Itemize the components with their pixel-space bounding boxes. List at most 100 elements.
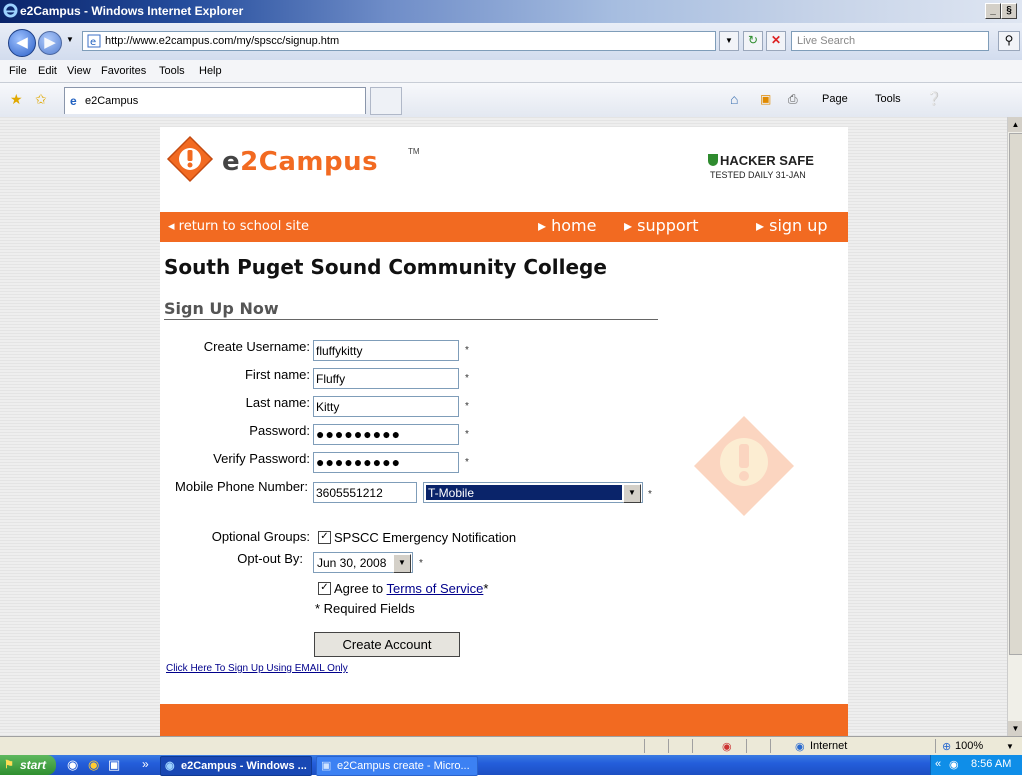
zone-label: Internet (810, 740, 848, 752)
page-menu-button[interactable]: Page (822, 93, 848, 105)
required-marker: * (465, 345, 469, 356)
menu-view[interactable]: View (67, 65, 91, 77)
badge-title: HACKER SAFE (720, 153, 814, 168)
desktop-quicklaunch-icon[interactable]: ▣ (108, 757, 120, 773)
e2campus-logo-text: e2Campus (222, 147, 379, 177)
home-icon[interactable]: ⌂ (730, 91, 738, 107)
zoom-icon: ⊕ (942, 741, 952, 753)
forward-button[interactable]: ▶ (38, 31, 62, 55)
word-icon: ▣ (321, 760, 332, 772)
protected-mode-icon[interactable]: ◉ (722, 740, 732, 753)
history-dropdown-icon[interactable]: ▼ (66, 35, 74, 44)
menu-file[interactable]: File (9, 65, 27, 77)
maximize-button[interactable]: § (1001, 3, 1017, 19)
password-input[interactable]: ●●●●●●●●● (313, 424, 459, 445)
scroll-down-icon[interactable]: ▼ (1008, 721, 1022, 736)
zoom-dropdown-icon[interactable]: ▼ (1006, 742, 1014, 751)
lastname-label: Last name: (245, 395, 310, 410)
new-tab-button[interactable] (370, 87, 402, 115)
optout-date-select[interactable]: Jun 30, 2008 ▼ (313, 552, 413, 573)
group-name: SPSCC Emergency Notification (334, 530, 517, 545)
taskbar-button-ie[interactable]: ◉ e2Campus - Windows ... (160, 756, 312, 776)
firstname-input[interactable]: Fluffy (313, 368, 459, 389)
password-label: Password: (249, 423, 310, 438)
group-checkbox[interactable]: ✓ (318, 531, 331, 544)
minimize-button[interactable]: _ (985, 3, 1001, 19)
address-url: http://www.e2campus.com/my/spscc/signup.… (105, 35, 340, 47)
scroll-thumb[interactable] (1009, 133, 1022, 655)
menu-edit[interactable]: Edit (38, 65, 57, 77)
hacker-safe-badge[interactable]: HACKER SAFE TESTED DAILY 31-JAN (706, 153, 826, 183)
required-marker: * (465, 373, 469, 384)
tools-menu-button[interactable]: Tools (875, 93, 901, 105)
scroll-up-icon[interactable]: ▲ (1008, 117, 1022, 132)
required-marker: * (483, 581, 489, 596)
e2campus-logo-icon (166, 135, 214, 183)
tray-expand-button[interactable]: « (935, 758, 941, 770)
menu-tools[interactable]: Tools (159, 65, 185, 77)
email-signup-link[interactable]: Click Here To Sign Up Using EMAIL Only (166, 663, 348, 674)
search-input[interactable]: Live Search (791, 31, 989, 51)
optional-groups-label: Optional Groups: (211, 529, 310, 544)
back-button[interactable]: ◀ (8, 29, 36, 57)
return-to-school-link[interactable]: ◂ return to school site (168, 219, 309, 234)
required-marker: * (465, 429, 469, 440)
firstname-label: First name: (244, 367, 310, 382)
verify-password-input[interactable]: ●●●●●●●●● (313, 452, 459, 473)
ie-logo-icon (3, 3, 18, 18)
zoom-level[interactable]: 100% (955, 740, 983, 752)
add-favorite-icon[interactable]: ✩ (35, 91, 47, 108)
badge-subtitle: TESTED DAILY 31-JAN (710, 170, 806, 180)
carrier-select[interactable]: T-Mobile ▼ (423, 482, 643, 503)
agree-text: Agree to (334, 581, 384, 596)
nav-signup-link[interactable]: ▸ sign up (756, 216, 828, 235)
stop-icon[interactable]: ✕ (766, 31, 786, 51)
vertical-scrollbar[interactable]: ▲ ▼ (1007, 117, 1022, 736)
windows-flag-icon: ⚑ (4, 759, 14, 771)
mobile-phone-input[interactable]: 3605551212 (313, 482, 417, 503)
create-account-button[interactable]: Create Account (314, 632, 460, 657)
required-marker: * (465, 401, 469, 412)
globe-icon: ◉ (795, 741, 805, 753)
menu-help[interactable]: Help (199, 65, 222, 77)
site-nav-bar: ◂ return to school site ▸ home ▸ support… (160, 212, 848, 242)
footer-bar (160, 704, 848, 736)
optout-label: Opt-out By: (237, 551, 303, 566)
favorites-star-icon[interactable]: ★ (10, 91, 23, 108)
feeds-icon[interactable]: ▣ (760, 92, 771, 106)
address-input[interactable]: e http://www.e2campus.com/my/spscc/signu… (82, 31, 716, 51)
shield-icon (708, 154, 718, 166)
window-title: e2Campus - Windows Internet Explorer (20, 4, 244, 18)
username-label: Create Username: (203, 339, 310, 354)
taskbar-button-word[interactable]: ▣ e2Campus create - Micro... (316, 756, 478, 776)
nav-home-link[interactable]: ▸ home (538, 216, 596, 235)
chevron-down-icon[interactable]: ▼ (393, 554, 411, 573)
refresh-icon[interactable]: ↻ (743, 31, 763, 51)
help-icon[interactable]: ❔ (926, 91, 942, 107)
svg-text:e: e (90, 37, 96, 48)
tab-page-icon: e (70, 94, 77, 108)
menu-favorites[interactable]: Favorites (101, 65, 146, 77)
start-button[interactable]: ⚑ start (0, 755, 56, 775)
ie-quicklaunch-icon[interactable]: ◉ (67, 757, 78, 773)
verify-password-label: Verify Password: (213, 451, 310, 466)
chevron-down-icon[interactable]: ▼ (623, 484, 641, 503)
address-dropdown-button[interactable]: ▼ (719, 31, 739, 51)
quicklaunch-overflow[interactable]: » (142, 757, 149, 771)
page-icon: e (87, 34, 101, 48)
tab-e2campus[interactable]: e e2Campus (64, 87, 366, 114)
network-icon[interactable]: ◉ (949, 758, 959, 771)
required-marker: * (465, 457, 469, 468)
agree-checkbox[interactable]: ✓ (318, 582, 331, 595)
watermark-logo-icon (694, 416, 794, 516)
media-quicklaunch-icon[interactable]: ◉ (88, 757, 99, 773)
username-input[interactable]: fluffykitty (313, 340, 459, 361)
lastname-input[interactable]: Kitty (313, 396, 459, 417)
tab-label: e2Campus (85, 95, 139, 107)
print-icon[interactable]: ⎙ (788, 92, 798, 107)
search-icon[interactable]: ⚲ (998, 31, 1020, 51)
nav-support-link[interactable]: ▸ support (624, 216, 699, 235)
status-bar: ◉ ◉ Internet ⊕ 100% ▼ (0, 736, 1022, 756)
trademark-mark: TM (408, 147, 420, 156)
terms-of-service-link[interactable]: Terms of Service (387, 581, 484, 596)
